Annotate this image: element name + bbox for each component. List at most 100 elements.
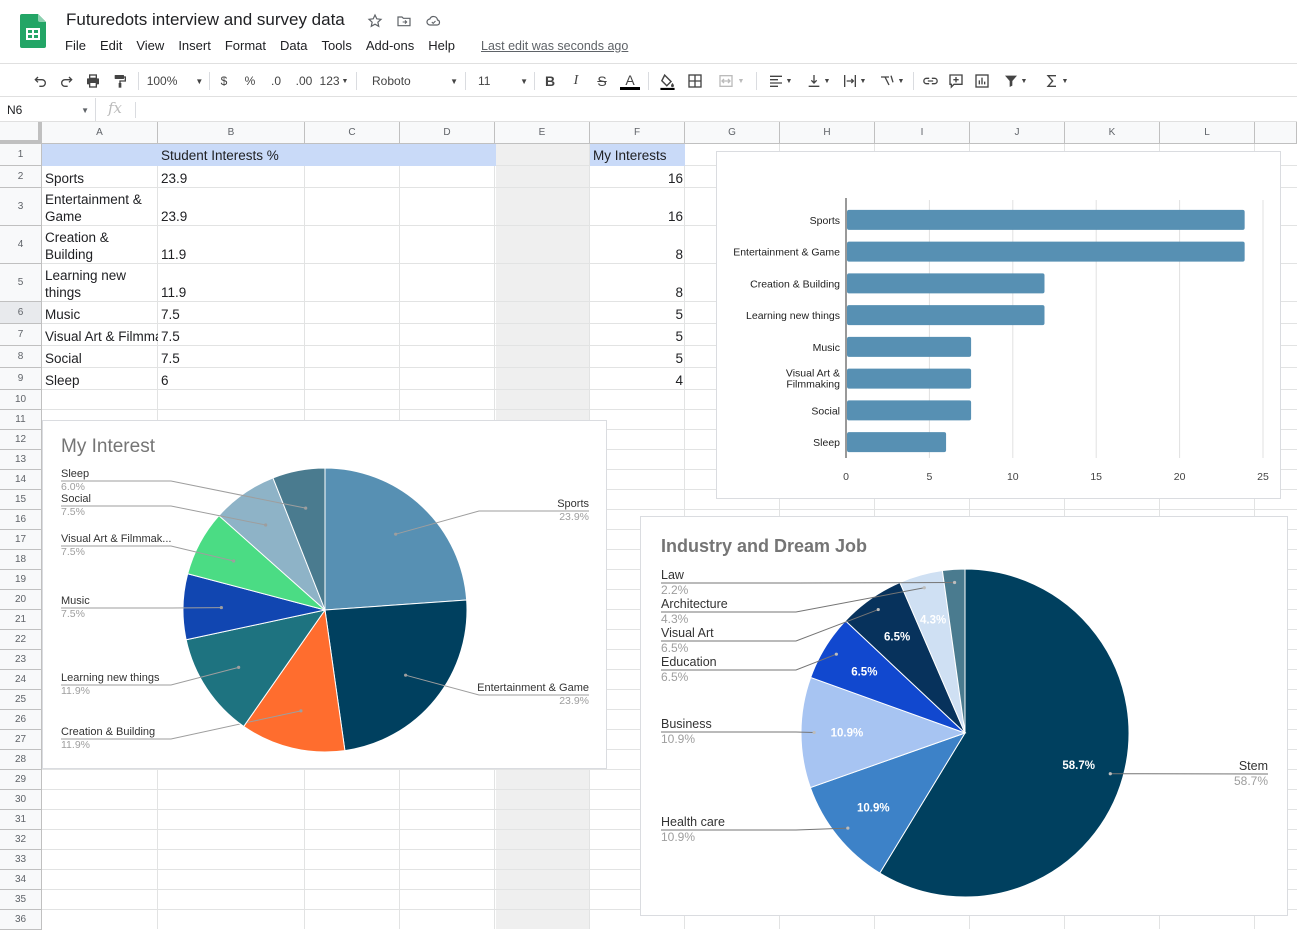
cell-f3[interactable]: 16: [590, 208, 683, 225]
move-folder-icon[interactable]: [395, 12, 413, 30]
last-edit-link[interactable]: Last edit was seconds ago: [481, 39, 628, 53]
cell-a7[interactable]: Visual Art & Filmmak: [45, 328, 158, 345]
text-wrap-icon[interactable]: ▼: [838, 64, 870, 98]
student-interests-bars[interactable]: 0510152025SportsEntertainment & GameCrea…: [717, 152, 1280, 498]
cell-f7[interactable]: 5: [590, 328, 683, 345]
cell-a4[interactable]: Building: [45, 246, 158, 263]
cell-b3[interactable]: 23.9: [161, 208, 301, 225]
bar[interactable]: [847, 242, 1245, 262]
column-header-c[interactable]: C: [305, 122, 400, 144]
font-size-select[interactable]: 11 ▼: [472, 64, 528, 98]
column-header-k[interactable]: K: [1065, 122, 1160, 144]
cell-b2[interactable]: 23.9: [161, 170, 301, 187]
cell-a3[interactable]: Game: [45, 208, 158, 225]
row-header-8[interactable]: 8: [0, 346, 42, 368]
column-header-g[interactable]: G: [685, 122, 780, 144]
row-header-5[interactable]: 5: [0, 264, 42, 302]
bar[interactable]: [847, 273, 1044, 293]
cell-a5[interactable]: Learning new: [45, 267, 158, 284]
row-header-4[interactable]: 4: [0, 226, 42, 264]
cell-a8[interactable]: Social: [45, 350, 158, 367]
strikethrough-button[interactable]: S: [593, 64, 611, 98]
cloud-saved-icon[interactable]: [424, 12, 442, 30]
row-header-23[interactable]: 23: [0, 650, 42, 670]
decrease-decimal-button[interactable]: .0: [266, 64, 286, 98]
column-header-a[interactable]: A: [42, 122, 158, 144]
cell-b6[interactable]: 7.5: [161, 306, 301, 323]
cell-a4[interactable]: Creation &: [45, 229, 158, 246]
row-header-25[interactable]: 25: [0, 690, 42, 710]
row-header-34[interactable]: 34: [0, 870, 42, 890]
student-interests-bar-chart[interactable]: 0510152025SportsEntertainment & GameCrea…: [716, 151, 1281, 499]
row-header-6[interactable]: 6: [0, 302, 42, 324]
row-header-22[interactable]: 22: [0, 630, 42, 650]
row-header-29[interactable]: 29: [0, 770, 42, 790]
row-header-28[interactable]: 28: [0, 750, 42, 770]
row-header-15[interactable]: 15: [0, 490, 42, 510]
currency-button[interactable]: $: [216, 64, 232, 98]
insert-comment-icon[interactable]: [946, 64, 966, 98]
row-header-1[interactable]: 1: [0, 144, 42, 166]
row-header-24[interactable]: 24: [0, 670, 42, 690]
name-box[interactable]: N6 ▼: [0, 98, 96, 121]
row-header-18[interactable]: 18: [0, 550, 42, 570]
sheets-logo-icon[interactable]: [20, 14, 46, 48]
bar[interactable]: [847, 337, 971, 357]
row-header-19[interactable]: 19: [0, 570, 42, 590]
select-all-corner[interactable]: [0, 122, 42, 144]
row-header-9[interactable]: 9: [0, 368, 42, 390]
more-formats-button[interactable]: 123 ▼: [318, 64, 350, 98]
row-header-10[interactable]: 10: [0, 390, 42, 410]
row-header-36[interactable]: 36: [0, 910, 42, 930]
cell-b7[interactable]: 7.5: [161, 328, 301, 345]
cell-f4[interactable]: 8: [590, 246, 683, 263]
borders-icon[interactable]: [685, 64, 705, 98]
row-header-17[interactable]: 17: [0, 530, 42, 550]
row-header-12[interactable]: 12: [0, 430, 42, 450]
cell-a6[interactable]: Music: [45, 306, 158, 323]
menu-help[interactable]: Help: [421, 38, 462, 53]
cell-b4[interactable]: 11.9: [161, 246, 301, 263]
cell-a3[interactable]: Entertainment &: [45, 191, 158, 208]
bar[interactable]: [847, 432, 946, 452]
column-header-j[interactable]: J: [970, 122, 1065, 144]
insert-chart-icon[interactable]: [972, 64, 992, 98]
percent-button[interactable]: %: [242, 64, 258, 98]
my-interest-pie[interactable]: My Interest Sports23.9%Entertainment & G…: [43, 421, 606, 768]
row-header-26[interactable]: 26: [0, 710, 42, 730]
row-header-33[interactable]: 33: [0, 850, 42, 870]
column-header-d[interactable]: D: [400, 122, 495, 144]
column-header-b[interactable]: B: [158, 122, 305, 144]
row-header-35[interactable]: 35: [0, 890, 42, 910]
document-title[interactable]: Futuredots interview and survey data: [66, 10, 345, 30]
vertical-align-icon[interactable]: ▼: [802, 64, 834, 98]
print-icon[interactable]: [83, 64, 103, 98]
star-icon[interactable]: [366, 12, 384, 30]
menu-edit[interactable]: Edit: [93, 38, 129, 53]
cell-a9[interactable]: Sleep: [45, 372, 158, 389]
row-header-3[interactable]: 3: [0, 188, 42, 226]
industry-dream-job-pie[interactable]: Industry and Dream Job Stem58.7%58.7%Hea…: [641, 517, 1287, 915]
italic-button[interactable]: I: [567, 64, 585, 98]
pie-slice[interactable]: [325, 468, 467, 610]
text-color-button[interactable]: A: [619, 64, 641, 98]
fill-color-icon[interactable]: [656, 64, 678, 98]
row-header-14[interactable]: 14: [0, 470, 42, 490]
filter-icon[interactable]: ▼: [1000, 64, 1030, 98]
redo-icon[interactable]: [57, 64, 77, 98]
cell-f5[interactable]: 8: [590, 284, 683, 301]
formula-input[interactable]: [142, 98, 1292, 121]
paint-format-icon[interactable]: [110, 64, 130, 98]
column-header-f[interactable]: F: [590, 122, 685, 144]
menu-insert[interactable]: Insert: [171, 38, 218, 53]
bold-button[interactable]: B: [541, 64, 559, 98]
horizontal-align-icon[interactable]: ▼: [764, 64, 796, 98]
pie-slice[interactable]: [325, 600, 467, 751]
header-student-interests[interactable]: Student Interests %: [161, 147, 279, 164]
cell-b5[interactable]: 11.9: [161, 284, 301, 301]
column-header-l[interactable]: L: [1160, 122, 1255, 144]
cell-f2[interactable]: 16: [590, 170, 683, 187]
menu-addons[interactable]: Add-ons: [359, 38, 421, 53]
row-header-31[interactable]: 31: [0, 810, 42, 830]
menu-format[interactable]: Format: [218, 38, 273, 53]
